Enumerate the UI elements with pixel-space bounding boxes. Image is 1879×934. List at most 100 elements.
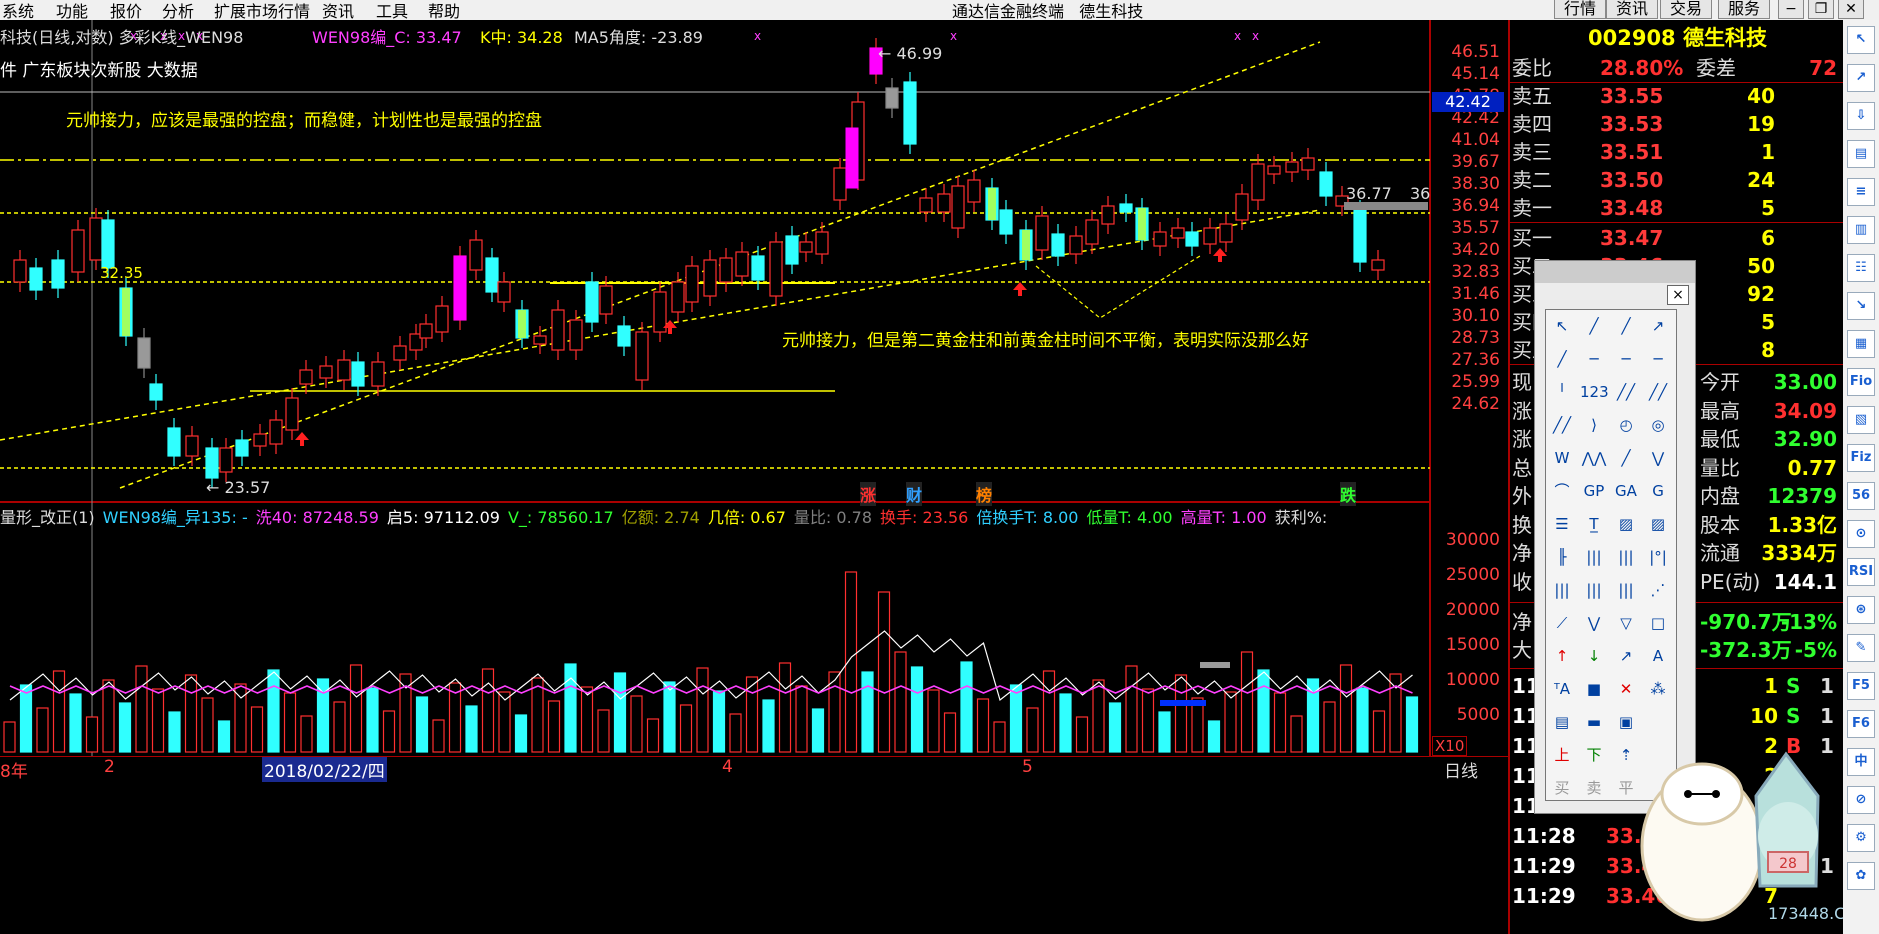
draw-tool[interactable]: ⋁	[1644, 444, 1672, 472]
draw-tool[interactable]: ᵀA	[1548, 675, 1576, 703]
btn-market[interactable]: 行情	[1554, 0, 1606, 19]
btn-news[interactable]: 资讯	[1606, 0, 1658, 19]
sell-row[interactable]: 卖五 33.55 40	[1510, 82, 1845, 110]
draw-tool[interactable]: ✕	[1612, 675, 1640, 703]
toolbar-icon[interactable]: F5	[1847, 672, 1875, 700]
menu-item-extended-market[interactable]: 扩展市场行情	[214, 0, 310, 22]
draw-tool[interactable]: 买	[1548, 774, 1576, 802]
draw-tool[interactable]: T̲	[1580, 510, 1608, 538]
draw-tool[interactable]: ╵	[1548, 378, 1576, 406]
toolbar-icon[interactable]: ✎	[1847, 634, 1875, 662]
sell-row[interactable]: 卖四 33.53 19	[1510, 110, 1845, 138]
marker-die[interactable]: 跌	[1340, 482, 1357, 506]
draw-tool[interactable]: ╱╱	[1612, 378, 1640, 406]
toolbar-icon[interactable]: ⚙	[1847, 824, 1875, 852]
palette-titlebar[interactable]	[1535, 261, 1695, 283]
draw-tool[interactable]: ▬	[1580, 708, 1608, 736]
toolbar-icon[interactable]: ▧	[1847, 406, 1875, 434]
marker-bang[interactable]: 榜	[976, 482, 993, 506]
draw-tool[interactable]: ─	[1580, 345, 1608, 373]
draw-tool[interactable]: A	[1644, 642, 1672, 670]
draw-tool[interactable]: ⋰	[1644, 576, 1672, 604]
draw-tool[interactable]: ⋁	[1580, 609, 1608, 637]
draw-tool[interactable]: 卖	[1580, 774, 1608, 802]
draw-tool[interactable]: ↖	[1548, 312, 1576, 340]
draw-tool[interactable]: ■	[1580, 675, 1608, 703]
menu-item-tools[interactable]: 工具	[376, 0, 408, 22]
btn-trade[interactable]: 交易	[1660, 0, 1712, 19]
draw-tool[interactable]: 下	[1580, 741, 1608, 769]
toolbar-icon[interactable]: ↗	[1847, 64, 1875, 92]
toolbar-icon[interactable]: Fio	[1847, 368, 1875, 396]
toolbar-icon[interactable]: ▦	[1847, 330, 1875, 358]
draw-tool[interactable]: |||	[1580, 543, 1608, 571]
draw-tool[interactable]: ╟	[1548, 543, 1576, 571]
draw-tool[interactable]: 123	[1580, 378, 1609, 406]
menu-item-quote[interactable]: 报价	[110, 0, 142, 22]
draw-tool[interactable]: |°|	[1644, 543, 1672, 571]
restore-icon[interactable]: ❐	[1808, 0, 1834, 19]
toolbar-icon[interactable]: ▥	[1847, 216, 1875, 244]
draw-tool[interactable]: ⌒	[1548, 477, 1576, 505]
toolbar-icon[interactable]: ▤	[1847, 140, 1875, 168]
toolbar-icon[interactable]: 56	[1847, 482, 1875, 510]
palette-close-button[interactable]: ×	[1667, 285, 1689, 305]
toolbar-icon[interactable]: Fiz	[1847, 444, 1875, 472]
toolbar-icon[interactable]: ⊙	[1847, 520, 1875, 548]
draw-tool[interactable]: ⟩	[1580, 411, 1608, 439]
menu-item-news[interactable]: 资讯	[322, 0, 354, 22]
draw-tool[interactable]: ─	[1612, 345, 1640, 373]
btn-service[interactable]: 服务	[1718, 0, 1770, 19]
toolbar-icon[interactable]: RSI	[1847, 558, 1875, 586]
minimize-icon[interactable]: −	[1778, 0, 1804, 19]
draw-tool[interactable]: W	[1548, 444, 1576, 472]
toolbar-icon[interactable]: ↖	[1847, 26, 1875, 54]
toolbar-icon[interactable]: ↘	[1847, 292, 1875, 320]
draw-tool[interactable]: ↑	[1548, 642, 1576, 670]
draw-tool[interactable]: ↗	[1612, 642, 1640, 670]
period-label[interactable]: 日线	[1444, 757, 1478, 782]
kline-chart-area[interactable]: xxxxxxxx 科技(日线,对数) 多彩K线_WEN98 WEN98编_C: …	[0, 20, 1508, 934]
sell-row[interactable]: 卖三 33.51 1	[1510, 138, 1845, 166]
draw-tool[interactable]: ◎	[1644, 411, 1672, 439]
toolbar-icon[interactable]: F6	[1847, 710, 1875, 738]
draw-tool[interactable]: 上	[1548, 741, 1576, 769]
draw-tool[interactable]: ─	[1644, 345, 1672, 373]
toolbar-icon[interactable]: ⊛	[1847, 596, 1875, 624]
draw-tool[interactable]: GP	[1580, 477, 1608, 505]
draw-tool[interactable]: ↓	[1580, 642, 1608, 670]
toolbar-icon[interactable]: ✿	[1847, 862, 1875, 890]
menu-item-analysis[interactable]: 分析	[162, 0, 194, 22]
draw-tool[interactable]: |||	[1580, 576, 1608, 604]
draw-tool[interactable]: ╱╱	[1548, 411, 1576, 439]
draw-tool[interactable]	[1644, 708, 1672, 736]
draw-tool[interactable]: |||	[1612, 543, 1640, 571]
draw-tool[interactable]: G	[1644, 477, 1672, 505]
marker-cai[interactable]: 财	[906, 482, 923, 506]
drawing-tool-palette[interactable]: × ↖ ╱ ╱ ↗ ╱ ─ ─ ─ ╵ 123 ╱╱ ╱╱ ╱╱ ⟩ ◴ ◎ W ⋀⋀ ╱ ⋁ ⌒ GP GA G ☰ T̲ ▨ ▨ ╟…	[1534, 260, 1696, 814]
draw-tool[interactable]: □	[1644, 609, 1672, 637]
draw-tool[interactable]: ↗	[1644, 312, 1672, 340]
menu-item-function[interactable]: 功能	[56, 0, 88, 22]
draw-tool[interactable]: ⟋	[1548, 609, 1576, 637]
draw-tool[interactable]: ⋀⋀	[1580, 444, 1608, 472]
draw-tool[interactable]: ▨	[1644, 510, 1672, 538]
close-icon[interactable]: ✕	[1838, 0, 1864, 19]
marker-zhang[interactable]: 涨	[860, 482, 877, 506]
toolbar-icon[interactable]: ≡	[1847, 178, 1875, 206]
menu-item-system[interactable]: 系统	[2, 0, 34, 22]
draw-tool[interactable]: ╱	[1580, 312, 1608, 340]
buy-row[interactable]: 买一 33.47 6	[1510, 224, 1845, 252]
kline-chart-svg[interactable]: xxxxxxxx	[0, 20, 1508, 934]
draw-tool[interactable]: ▨	[1612, 510, 1640, 538]
draw-tool[interactable]: ☰	[1548, 510, 1576, 538]
draw-tool[interactable]: ╱╱	[1644, 378, 1672, 406]
draw-tool[interactable]: ╱	[1548, 345, 1576, 373]
menu-item-help[interactable]: 帮助	[428, 0, 460, 22]
draw-tool[interactable]: ◴	[1612, 411, 1640, 439]
draw-tool[interactable]: ╱	[1612, 312, 1640, 340]
sell-row[interactable]: 卖二 33.50 24	[1510, 166, 1845, 194]
draw-tool[interactable]: ▤	[1548, 708, 1576, 736]
draw-tool[interactable]: ▽	[1612, 609, 1640, 637]
draw-tool[interactable]: GA	[1612, 477, 1640, 505]
